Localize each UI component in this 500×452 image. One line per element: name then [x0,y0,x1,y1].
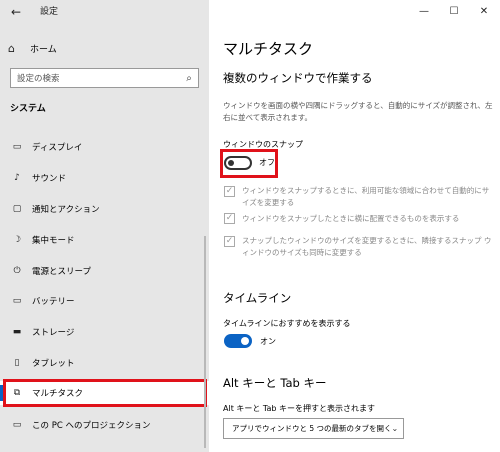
maximize-icon[interactable]: ☐ [440,2,468,22]
sidebar-item-battery[interactable]: ▭ バッテリー [0,289,209,313]
snap-toggle-label: ウィンドウのスナップ [223,140,303,149]
battery-icon: ▭ [12,296,22,306]
snap-description: ウィンドウを画面の横や四隅にドラッグすると、自動的にサイズが調整され、左右に並べ… [223,101,493,122]
checkbox-show-snap-assist[interactable]: ✓ [224,213,235,224]
toggle-knob [228,160,234,166]
sidebar-item-notifications[interactable]: ▢ 通知とアクション [0,197,209,221]
alttab-label: Alt キーと Tab キーを押すと表示されます [223,404,376,413]
app-title: 設定 [40,7,59,17]
timeline-heading: タイムライン [223,291,292,305]
timeline-toggle[interactable] [224,334,252,348]
power-icon: ⏻ [13,266,21,276]
timeline-toggle-label: タイムラインにおすすめを表示する [223,319,351,328]
checkbox-auto-resize[interactable]: ✓ [224,186,235,197]
projection-icon: ▭ [12,420,22,430]
sidebar-item-tablet[interactable]: ▯ タブレット [0,351,209,375]
sidebar-scrollbar[interactable] [204,236,206,448]
snap-toggle-state: オフ [259,158,275,167]
search-icon: ⌕ [186,72,192,84]
notification-icon: ▢ [12,204,22,214]
sidebar-item-label: 通知とアクション [32,205,100,215]
snap-heading: 複数のウィンドウで作業する [223,71,373,85]
search-input[interactable]: 設定の検索 ⌕ [10,68,199,88]
sidebar-item-projection[interactable]: ▭ この PC へのプロジェクション [0,413,209,437]
dropdown-value: アプリでウィンドウと 5 つの最新のタブを開く [232,424,392,433]
toggle-knob [241,337,249,345]
sidebar-item-display[interactable]: ▭ ディスプレイ [0,135,209,159]
chevron-down-icon: ⌄ [391,424,399,433]
sidebar-item-focus[interactable]: ☽ 集中モード [0,228,209,252]
sidebar-item-label: ストレージ [32,328,75,338]
sidebar-item-label: マルチタスク [32,389,84,399]
sidebar-item-label: 集中モード [32,236,75,246]
sidebar-item-label: この PC へのプロジェクション [32,421,151,431]
snap-toggle[interactable] [224,156,252,170]
checkbox-resize-adjacent[interactable]: ✓ [224,236,235,247]
close-icon[interactable]: ✕ [470,2,498,22]
home-nav-item[interactable]: ⌂ ホーム [8,40,57,56]
multitask-icon: ⧉ [13,388,21,398]
back-arrow-icon[interactable]: ← [8,4,24,20]
alttab-dropdown[interactable]: アプリでウィンドウと 5 つの最新のタブを開く ⌄ [223,418,404,439]
minimize-icon[interactable]: — [410,2,438,22]
sidebar-item-label: サウンド [32,174,67,184]
sidebar-item-label: ディスプレイ [32,143,83,153]
moon-icon: ☽ [12,235,22,245]
sidebar-item-label: バッテリー [32,297,75,307]
option-auto-resize: ウィンドウをスナップするときに、利用可能な領域に合わせて自動的にサイズを変更する [242,186,490,207]
home-icon: ⌂ [8,41,15,55]
sidebar-item-sound[interactable]: ♪ サウンド [0,166,209,190]
option-resize-adjacent: スナップしたウィンドウのサイズを変更するときに、隣接するスナップ ウィンドウのサ… [242,236,492,257]
sidebar-item-multitasking[interactable]: ⧉ マルチタスク [0,381,209,405]
sidebar-item-label: タブレット [32,359,75,369]
option-show-snap-assist: ウィンドウをスナップしたときに横に配置できるものを表示する [242,214,460,223]
sidebar-item-label: 電源とスリープ [32,267,91,277]
speaker-icon: ♪ [14,173,20,183]
storage-icon: ▬ [12,327,22,337]
home-label: ホーム [30,44,57,55]
page-title: マルチタスク [223,40,314,58]
monitor-icon: ▭ [12,142,22,152]
timeline-toggle-state: オン [260,337,276,346]
search-placeholder: 設定の検索 [17,74,60,84]
sidebar-item-storage[interactable]: ▬ ストレージ [0,320,209,344]
alttab-heading: Alt キーと Tab キー [223,376,327,390]
tablet-icon: ▯ [14,358,20,368]
section-label: システム [10,104,46,114]
sidebar-item-power[interactable]: ⏻ 電源とスリープ [0,259,209,283]
